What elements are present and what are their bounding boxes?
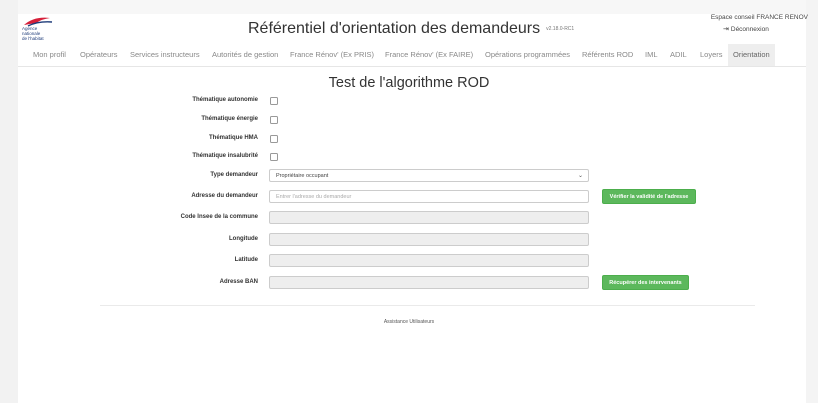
latitude-field bbox=[269, 254, 589, 267]
logout-label: Déconnexion bbox=[730, 26, 769, 33]
window-top-strip bbox=[0, 0, 818, 14]
type-demandeur-value: Propriétaire occupant bbox=[276, 173, 329, 179]
label-thematique-insalubrite: Thématique insalubrité bbox=[192, 153, 258, 159]
nav-item-autorites-de-gestion[interactable]: Autorités de gestion bbox=[207, 44, 283, 66]
footer-divider bbox=[100, 305, 755, 306]
label-thematique-energie: Thématique énergie bbox=[201, 116, 258, 122]
checkbox-thematique-autonomie[interactable] bbox=[270, 97, 278, 105]
app-title: Référentiel d'orientation des demandeurs… bbox=[248, 20, 574, 38]
nav-item-iml[interactable]: IML bbox=[640, 44, 663, 66]
adresse-demandeur-placeholder: Entrer l'adresse du demandeur bbox=[276, 194, 352, 200]
label-latitude: Latitude bbox=[234, 257, 258, 263]
nav-item-loyers[interactable]: Loyers bbox=[695, 44, 728, 66]
adresse-ban-field bbox=[269, 276, 589, 289]
type-demandeur-select[interactable]: Propriétaire occupant ⌄ bbox=[269, 169, 589, 182]
window-left-strip bbox=[0, 0, 18, 403]
label-adresse-ban: Adresse BAN bbox=[219, 279, 258, 285]
label-adresse-demandeur: Adresse du demandeur bbox=[191, 193, 258, 199]
app-version: v2.18.0-RC1 bbox=[546, 25, 575, 32]
checkbox-thematique-insalubrite[interactable] bbox=[270, 153, 278, 161]
label-thematique-autonomie: Thématique autonomie bbox=[192, 97, 258, 103]
verify-address-button[interactable]: Vérifier la validité de l'adresse bbox=[602, 189, 696, 204]
assistance-link[interactable]: Assistance Utilisateurs bbox=[0, 319, 818, 325]
checkbox-thematique-hma[interactable] bbox=[270, 135, 278, 143]
label-code-insee: Code Insee de la commune bbox=[180, 214, 258, 220]
nav-item-operations-programmees[interactable]: Opérations programmées bbox=[480, 44, 575, 66]
adresse-demandeur-input[interactable]: Entrer l'adresse du demandeur bbox=[269, 190, 589, 203]
longitude-field bbox=[269, 233, 589, 246]
nav-item-france-renov-pris[interactable]: France Rénov' (Ex PRIS) bbox=[285, 44, 379, 66]
nav-item-referents-rod[interactable]: Référents ROD bbox=[577, 44, 638, 66]
main-nav: Mon profil Opérateurs Services instructe… bbox=[18, 44, 806, 67]
code-insee-field bbox=[269, 211, 589, 224]
logout-link[interactable]: ⇥ Déconnexion bbox=[723, 25, 769, 33]
nav-item-services-instructeurs[interactable]: Services instructeurs bbox=[125, 44, 205, 66]
page-title: Test de l'algorithme ROD bbox=[328, 75, 490, 91]
account-label: Espace conseil FRANCE RENOV bbox=[710, 14, 808, 21]
anah-logo: Agence nationale de l'habitat bbox=[22, 14, 82, 44]
nav-item-mon-profil[interactable]: Mon profil bbox=[28, 44, 71, 66]
label-longitude: Longitude bbox=[229, 236, 258, 242]
nav-item-adil[interactable]: ADIL bbox=[665, 44, 692, 66]
logout-icon: ⇥ bbox=[723, 26, 729, 33]
label-type-demandeur: Type demandeur bbox=[210, 172, 258, 178]
nav-item-orientation[interactable]: Orientation bbox=[728, 44, 775, 66]
checkbox-thematique-energie[interactable] bbox=[270, 116, 278, 124]
nav-item-operateurs[interactable]: Opérateurs bbox=[75, 44, 123, 66]
label-thematique-hma: Thématique HMA bbox=[208, 135, 258, 141]
chevron-down-icon: ⌄ bbox=[577, 173, 583, 179]
nav-item-france-renov-faire[interactable]: France Rénov' (Ex FAIRE) bbox=[380, 44, 478, 66]
window-right-strip bbox=[806, 0, 818, 403]
fetch-intervenants-button[interactable]: Récupérer des intervenants bbox=[602, 275, 689, 290]
logo-text: Agence nationale de l'habitat bbox=[22, 26, 44, 41]
app-title-text: Référentiel d'orientation des demandeurs bbox=[248, 20, 541, 37]
